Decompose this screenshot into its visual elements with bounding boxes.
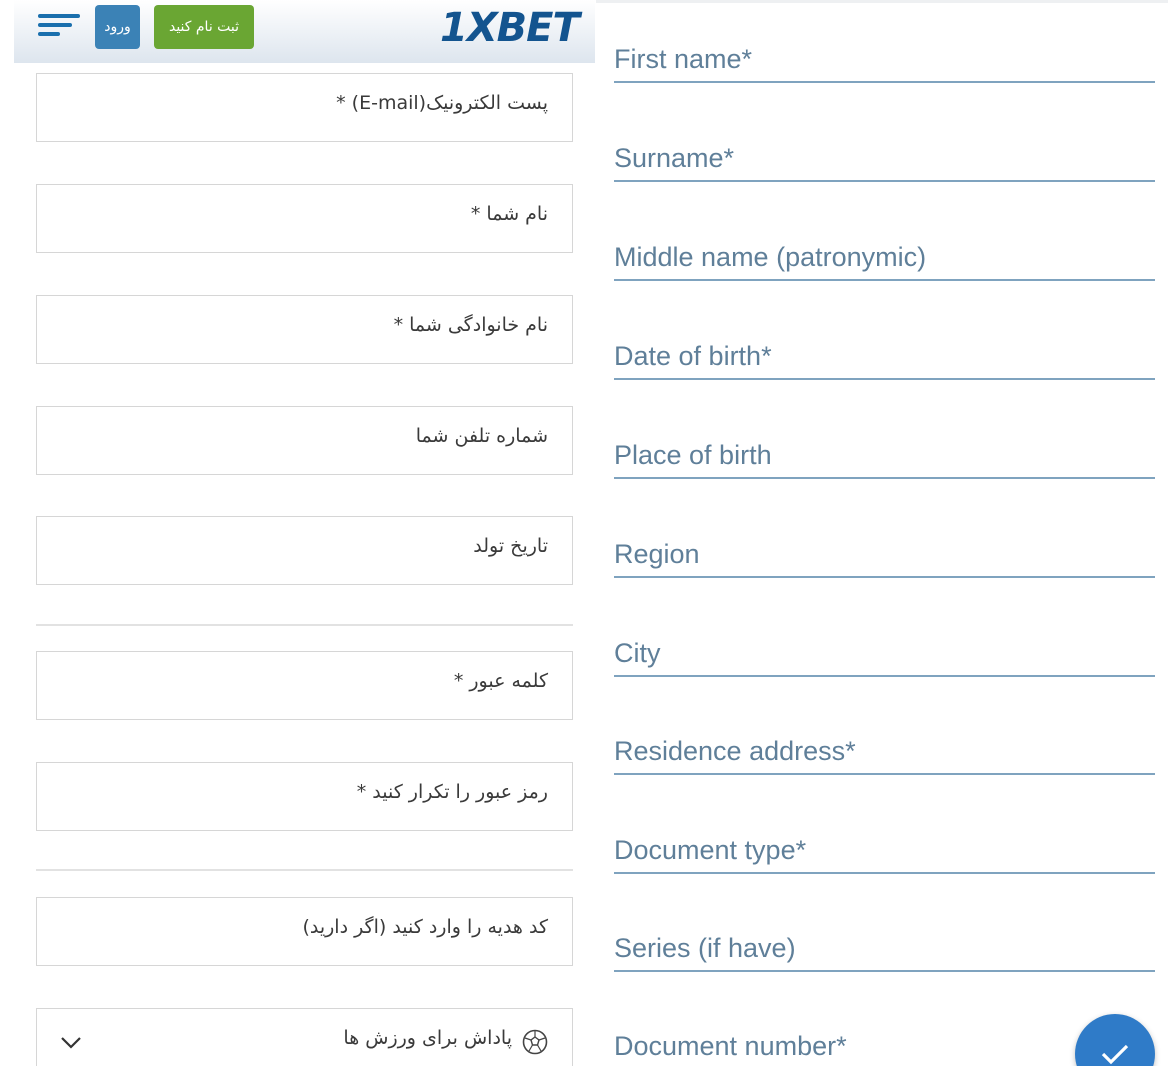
first-name-input-label: First name* [614, 44, 753, 74]
surname-field[interactable]: نام خانوادگی شما * [36, 295, 573, 364]
middle-name-input[interactable]: Middle name (patronymic) [614, 217, 1155, 281]
site-header: ورود ثبت نام کنید 1XBET [14, 0, 595, 63]
register-button[interactable]: ثبت نام کنید [154, 5, 254, 49]
phone-field[interactable]: شماره تلفن شما [36, 406, 573, 475]
document-number-input-label: Document number* [614, 1031, 847, 1061]
bonus-select-label: پاداش برای ورزش ها [343, 1027, 512, 1049]
series-input-label: Series (if have) [614, 933, 796, 963]
confirm-password-field-label: رمز عبور را تکرار کنید * [356, 781, 548, 803]
persian-registration-form: ورود ثبت نام کنید 1XBET پست الکترونیک(E-… [0, 0, 596, 1066]
birth-date-field[interactable]: تاریخ تولد [36, 516, 573, 585]
soccer-ball-icon [522, 1029, 548, 1055]
date-of-birth-input-label: Date of birth* [614, 341, 772, 371]
place-of-birth-input-label: Place of birth [614, 440, 772, 470]
surname-field-label: نام خانوادگی شما * [393, 314, 548, 336]
document-type-input-label: Document type* [614, 835, 807, 865]
first-name-input[interactable]: First name* [614, 19, 1155, 83]
city-input-label: City [614, 638, 661, 668]
document-number-input[interactable]: Document number* [614, 1006, 1155, 1066]
middle-name-input-label: Middle name (patronymic) [614, 242, 927, 272]
email-field[interactable]: پست الکترونیک(E-mail) * [36, 73, 573, 142]
section-divider [36, 869, 573, 871]
promo-code-field-label: کد هدیه را وارد کنید (اگر دارید) [302, 916, 548, 938]
promo-code-field[interactable]: کد هدیه را وارد کنید (اگر دارید) [36, 897, 573, 966]
section-divider [36, 624, 573, 626]
city-input[interactable]: City [614, 613, 1155, 677]
region-input-label: Region [614, 539, 700, 569]
birth-date-field-label: تاریخ تولد [473, 535, 548, 557]
series-input[interactable]: Series (if have) [614, 908, 1155, 972]
date-of-birth-input[interactable]: Date of birth* [614, 316, 1155, 380]
chevron-down-icon [61, 1037, 81, 1049]
residence-address-input[interactable]: Residence address* [614, 711, 1155, 775]
surname-input-label: Surname* [614, 143, 735, 173]
email-field-label: پست الکترونیک(E-mail) * [336, 92, 548, 114]
phone-field-label: شماره تلفن شما [415, 425, 548, 447]
bonus-select[interactable]: پاداش برای ورزش ها [36, 1008, 573, 1066]
surname-input[interactable]: Surname* [614, 118, 1155, 182]
password-field-label: کلمه عبور * [453, 670, 548, 692]
check-icon [1101, 1044, 1129, 1065]
residence-address-input-label: Residence address* [614, 736, 856, 766]
brand-logo[interactable]: 1XBET [440, 4, 580, 52]
first-name-field[interactable]: نام شما * [36, 184, 573, 253]
english-registration-form: First name* Surname* Middle name (patron… [596, 0, 1168, 1066]
confirm-password-field[interactable]: رمز عبور را تکرار کنید * [36, 762, 573, 831]
password-field[interactable]: کلمه عبور * [36, 651, 573, 720]
document-type-input[interactable]: Document type* [614, 810, 1155, 874]
first-name-field-label: نام شما * [470, 203, 548, 225]
place-of-birth-input[interactable]: Place of birth [614, 415, 1155, 479]
login-button[interactable]: ورود [95, 5, 140, 49]
hamburger-menu-icon[interactable] [38, 14, 82, 40]
region-input[interactable]: Region [614, 514, 1155, 578]
